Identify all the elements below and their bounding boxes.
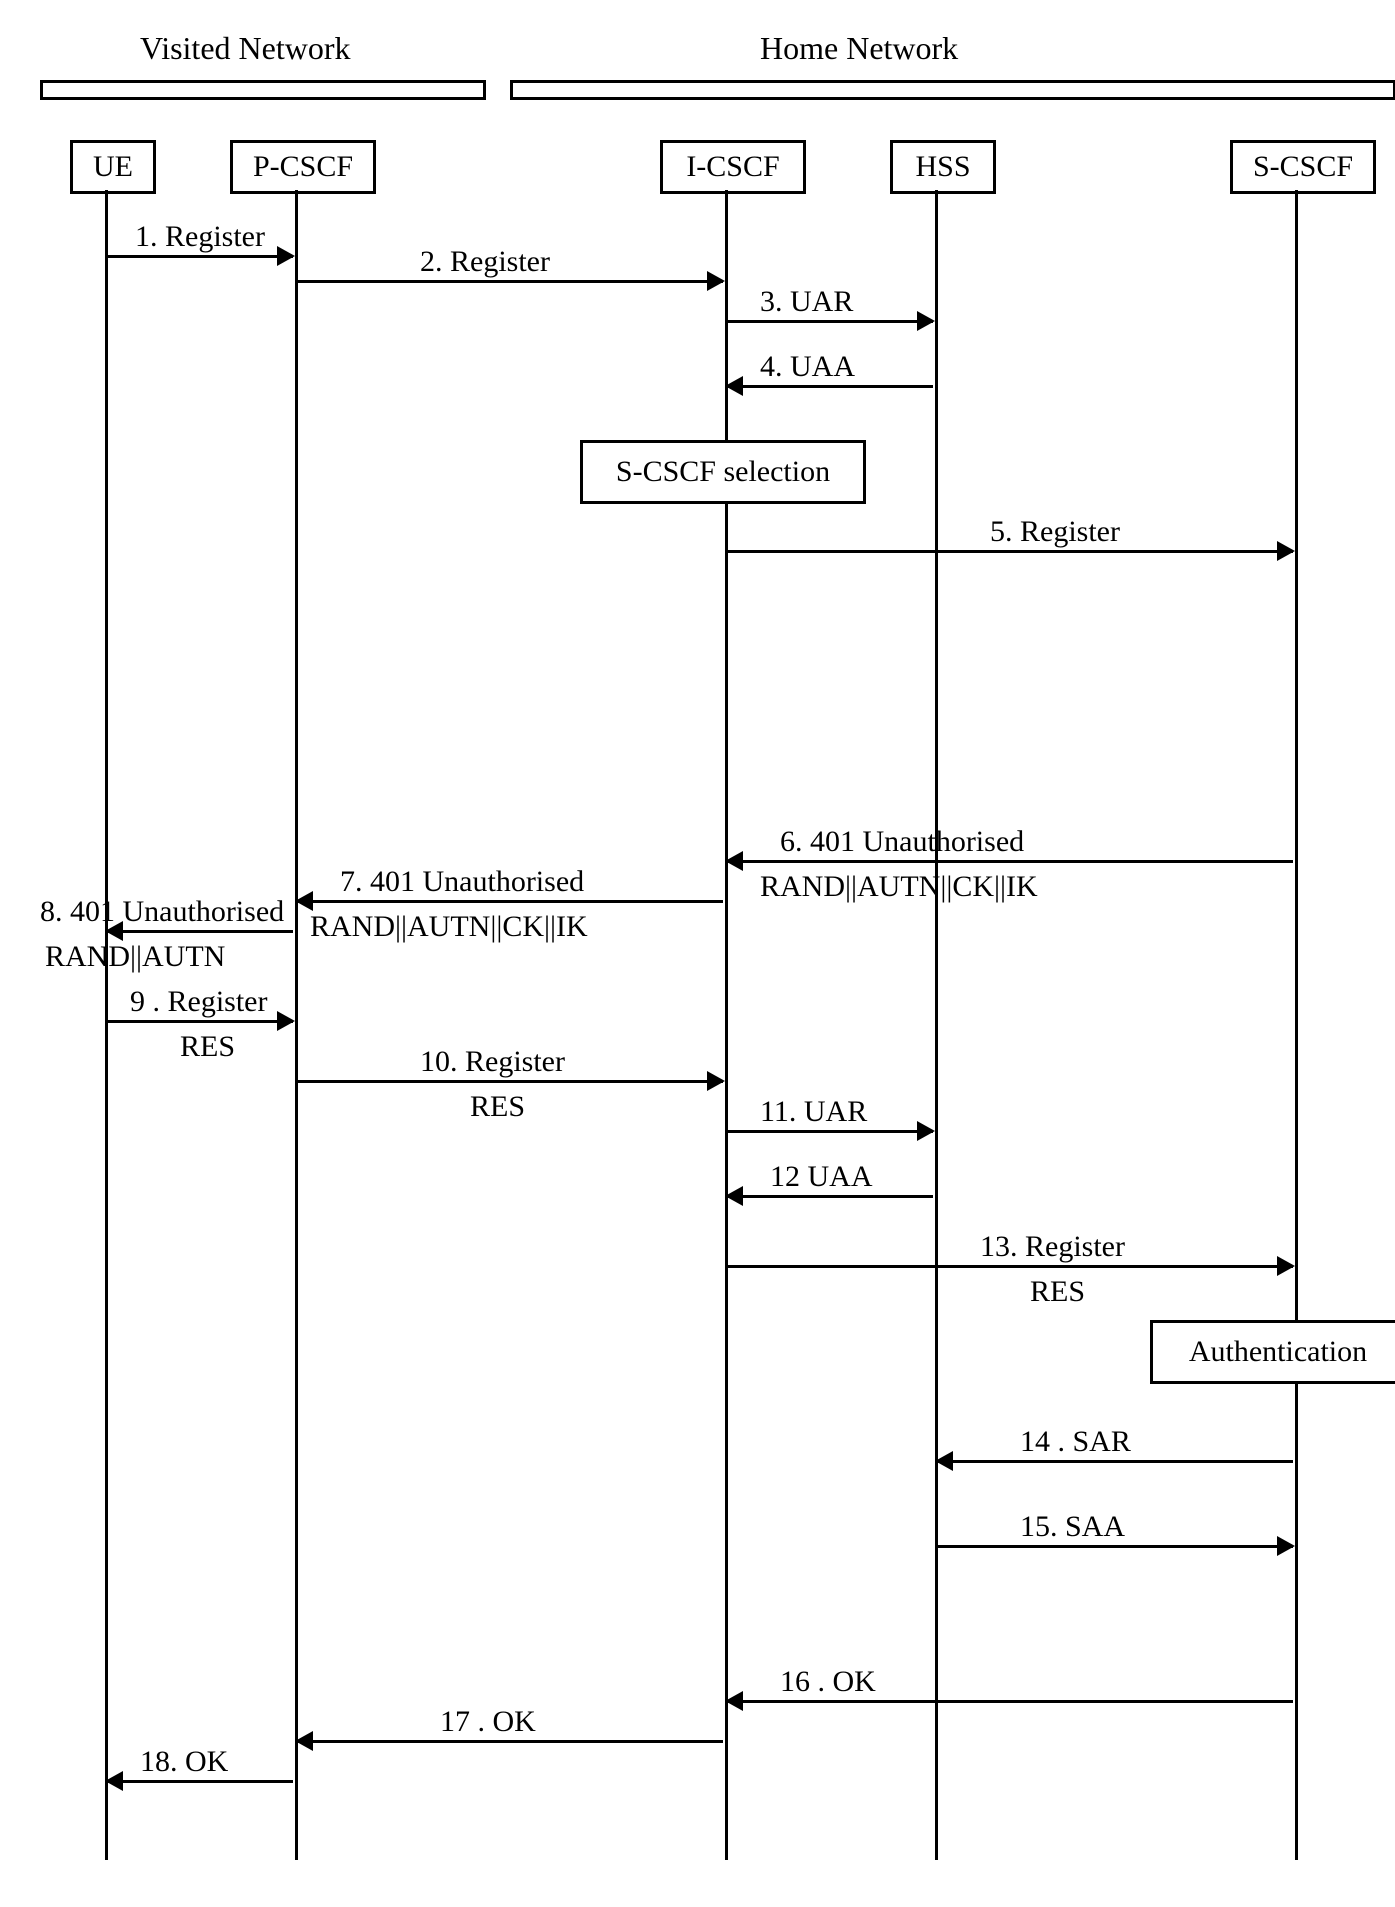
lifeline-ue [105,190,108,1860]
msg-17-label: 17 . OK [440,1705,536,1739]
msg-5-label: 5. Register [990,515,1120,549]
msg-9-label: 9 . Register [130,985,267,1019]
msg-13-label: 13. Register [980,1230,1125,1264]
msg-6-sub: RAND||AUTN||CK||IK [760,870,1038,904]
note-scscf-selection-label: S-CSCF selection [616,455,830,489]
group-visited-bar [40,80,486,100]
participant-pcscf: P-CSCF [230,140,376,194]
lifeline-scscf [1295,190,1298,1860]
msg-2-label: 2. Register [420,245,550,279]
msg-7-label: 7. 401 Unauthorised [340,865,584,899]
msg-9-sub: RES [180,1030,235,1064]
msg-4-arrow [727,385,933,388]
lifeline-pcscf [295,190,298,1860]
msg-8-arrow [107,930,293,933]
msg-17-arrow [297,1740,723,1743]
msg-13-sub: RES [1030,1275,1085,1309]
msg-5-arrow [727,550,1293,553]
msg-16-label: 16 . OK [780,1665,876,1699]
msg-10-sub: RES [470,1090,525,1124]
msg-11-arrow [727,1130,933,1133]
participant-hss: HSS [890,140,996,194]
participant-scscf: S-CSCF [1230,140,1376,194]
msg-18-arrow [107,1780,293,1783]
msg-3-label: 3. UAR [760,285,853,319]
msg-10-arrow [297,1080,723,1083]
msg-16-arrow [727,1700,1293,1703]
msg-18-label: 18. OK [140,1745,228,1779]
msg-3-arrow [727,320,933,323]
msg-8-sub: RAND||AUTN [45,940,225,974]
msg-9-arrow [107,1020,293,1023]
msg-7-sub: RAND||AUTN||CK||IK [310,910,588,944]
participant-ue-label: UE [93,150,133,184]
msg-14-label: 14 . SAR [1020,1425,1131,1459]
msg-7-arrow [297,900,723,903]
participant-hss-label: HSS [915,150,970,184]
participant-pcscf-label: P-CSCF [253,150,353,184]
msg-4-label: 4. UAA [760,350,855,384]
msg-12-label: 12 UAA [770,1160,873,1194]
group-home-bar [510,80,1395,100]
msg-1-arrow [107,255,293,258]
lifeline-hss [935,190,938,1860]
msg-8-label: 8. 401 Unauthorised [40,895,284,929]
msg-1-label: 1. Register [135,220,265,254]
msg-10-label: 10. Register [420,1045,565,1079]
msg-15-arrow [937,1545,1293,1548]
participant-icscf: I-CSCF [660,140,806,194]
msg-12-arrow [727,1195,933,1198]
group-visited-label: Visited Network [140,30,350,67]
participant-icscf-label: I-CSCF [686,150,779,184]
msg-2-arrow [297,280,723,283]
note-authentication-label: Authentication [1189,1335,1367,1369]
msg-15-label: 15. SAA [1020,1510,1125,1544]
note-authentication: Authentication [1150,1320,1395,1384]
sequence-diagram: Visited Network Home Network UE P-CSCF I… [20,20,1395,1887]
msg-13-arrow [727,1265,1293,1268]
participant-ue: UE [70,140,156,194]
msg-6-arrow [727,860,1293,863]
msg-14-arrow [937,1460,1293,1463]
msg-11-label: 11. UAR [760,1095,867,1129]
group-home-label: Home Network [760,30,958,67]
note-scscf-selection: S-CSCF selection [580,440,866,504]
participant-scscf-label: S-CSCF [1253,150,1353,184]
msg-6-label: 6. 401 Unauthorised [780,825,1024,859]
